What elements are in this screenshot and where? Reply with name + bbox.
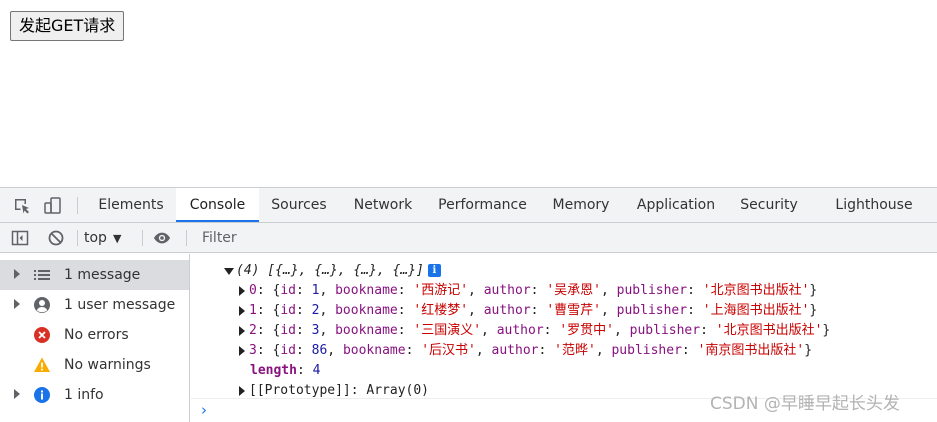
device-toolbar-icon[interactable] (43, 196, 63, 216)
toggle-sidebar-icon[interactable] (11, 229, 29, 247)
expand-arrow-icon[interactable] (239, 346, 245, 356)
expand-arrow-icon[interactable] (14, 269, 20, 279)
devtools-tabbar: Elements Console Sources Network Perform… (0, 188, 937, 223)
sidebar-item-messages[interactable]: 1 message (0, 260, 189, 290)
warning-icon (34, 357, 50, 372)
row-index: 1 (249, 303, 257, 318)
array-row[interactable]: 2: {id: 3, bookname: '三国演义', author: '罗贯… (191, 321, 937, 341)
sidebar-item-label: 1 message (64, 267, 141, 283)
sidebar-item-verbose-partial[interactable] (0, 410, 189, 422)
send-get-request-button[interactable]: 发起GET请求 (10, 11, 125, 41)
array-summary: (4) [{…}, {…}, {…}, {…}] (236, 263, 424, 278)
length-key: length (250, 363, 297, 378)
row-author: '曹雪芹' (546, 303, 601, 318)
tab-performance[interactable]: Performance (430, 188, 535, 222)
sidebar-item-label: No errors (64, 327, 129, 343)
context-selector[interactable]: top ▼ (84, 223, 121, 253)
inspect-element-icon[interactable] (12, 196, 32, 216)
row-bookname: '西游记' (413, 283, 469, 298)
row-author: '罗贯中' (559, 323, 614, 338)
row-publisher: '北京图书出版社' (702, 283, 810, 298)
console-toolbar: top ▼ (0, 223, 937, 253)
array-summary-line[interactable]: (4) [{…}, {…}, {…}, {…}] i (191, 261, 791, 281)
toolbar-divider (77, 197, 78, 214)
user-icon (34, 297, 50, 313)
row-index: 2 (249, 323, 257, 338)
expand-arrow-icon[interactable] (14, 389, 20, 399)
tab-lighthouse[interactable]: Lighthouse (826, 188, 922, 222)
tab-application[interactable]: Application (628, 188, 724, 222)
expand-arrow-icon[interactable] (239, 386, 245, 396)
tab-console[interactable]: Console (176, 188, 259, 222)
toolbar-divider (186, 230, 187, 246)
devtools-panel: Elements Console Sources Network Perform… (0, 187, 937, 422)
expand-arrow-icon[interactable] (239, 286, 245, 296)
prompt-chevron-icon: › (201, 401, 207, 419)
watermark: CSDN @早睡早起长头发 (710, 394, 900, 414)
row-publisher: '上海图书出版社' (702, 303, 810, 318)
row-bookname: '后汉书' (421, 343, 476, 358)
expand-arrow-icon[interactable] (14, 299, 20, 309)
row-bookname: '红楼梦' (413, 303, 469, 318)
sidebar-item-warnings[interactable]: No warnings (0, 350, 189, 380)
clear-console-icon[interactable] (47, 229, 65, 247)
array-row[interactable]: 3: {id: 86, bookname: '后汉书', author: '范晔… (191, 341, 937, 361)
collapse-arrow-icon[interactable] (224, 268, 234, 275)
length-value: 4 (312, 363, 321, 378)
row-author: '范晔' (554, 343, 596, 358)
tab-network[interactable]: Network (342, 188, 424, 222)
info-badge-icon[interactable]: i (427, 264, 441, 277)
array-row[interactable]: 0: {id: 1, bookname: '西游记', author: '吴承恩… (191, 281, 937, 301)
row-author: '吴承恩' (546, 283, 601, 298)
context-value: top (84, 230, 107, 246)
info-icon (34, 387, 50, 403)
caret-down-icon: ▼ (112, 232, 122, 245)
console-sidebar: 1 message 1 user message No errors No wa… (0, 254, 190, 422)
live-expression-eye-icon[interactable] (153, 229, 171, 247)
toolbar-divider (142, 230, 143, 246)
row-index: 3 (249, 343, 257, 358)
list-icon (34, 270, 50, 280)
tab-elements[interactable]: Elements (88, 188, 174, 222)
toolbar-divider (77, 230, 78, 246)
sidebar-item-user-messages[interactable]: 1 user message (0, 290, 189, 320)
tab-security[interactable]: Security (732, 188, 806, 222)
filter-input[interactable] (194, 227, 930, 249)
expand-arrow-icon[interactable] (239, 306, 245, 316)
row-publisher: '北京图书出版社' (715, 323, 823, 338)
sidebar-item-label: 1 info (64, 387, 104, 403)
sidebar-item-info[interactable]: 1 info (0, 380, 189, 410)
expand-arrow-icon[interactable] (239, 326, 245, 336)
length-line: length: 4 (250, 363, 321, 378)
row-bookname: '三国演义' (413, 323, 482, 338)
row-index: 0 (249, 283, 257, 298)
row-publisher: '南京图书出版社' (697, 343, 805, 358)
page-content: 发起GET请求 (0, 0, 937, 187)
array-row[interactable]: 1: {id: 2, bookname: '红楼梦', author: '曹雪芹… (191, 301, 937, 321)
tab-sources[interactable]: Sources (261, 188, 337, 222)
bug-icon (33, 416, 51, 422)
sidebar-item-label: No warnings (64, 357, 151, 373)
row-id: 2 (311, 303, 320, 318)
row-id: 3 (311, 323, 320, 338)
row-id: 86 (311, 343, 328, 358)
error-icon (34, 327, 50, 343)
tab-memory[interactable]: Memory (542, 188, 620, 222)
sidebar-item-label: 1 user message (64, 297, 176, 313)
sidebar-item-errors[interactable]: No errors (0, 320, 189, 350)
row-id: 1 (311, 283, 320, 298)
